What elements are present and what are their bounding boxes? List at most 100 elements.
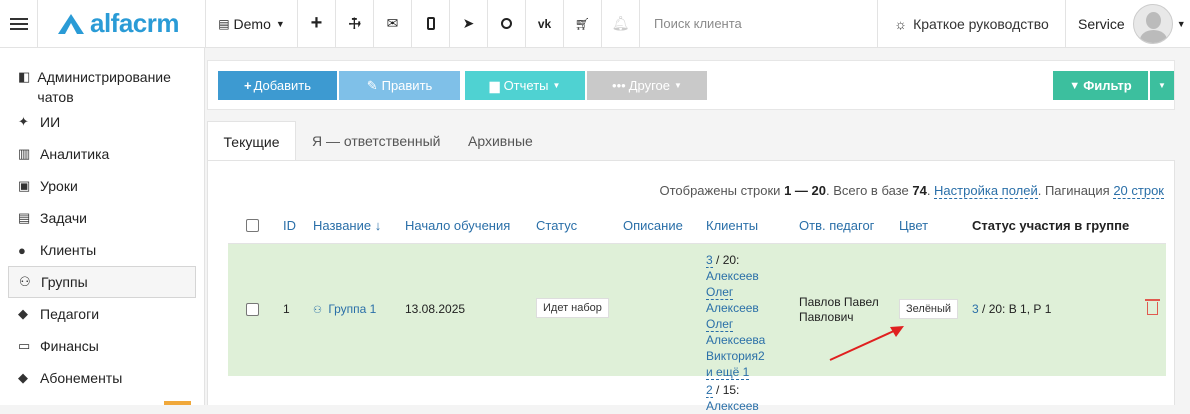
branch-select[interactable]: ▤ Demo ▼ bbox=[206, 0, 298, 47]
client-name[interactable]: Алексеев bbox=[706, 399, 759, 413]
menu-toggle-button[interactable] bbox=[0, 0, 38, 47]
mail-button[interactable]: ✉ bbox=[374, 0, 412, 47]
client-name[interactable]: Виктория2 bbox=[706, 349, 765, 363]
table-row[interactable]: 1 ⚇ Группа 1 13.08.2025 Идет набор 3 / 2… bbox=[228, 244, 1166, 380]
trash-icon[interactable] bbox=[1145, 299, 1160, 315]
caret-down-icon: ▼ bbox=[1176, 18, 1186, 29]
sidebar-item-label: Клиенты bbox=[40, 242, 97, 258]
plus-icon: + bbox=[310, 12, 323, 34]
reports-button[interactable]: ▆ Отчеты ▼ bbox=[465, 71, 585, 100]
sidebar-item-lessons[interactable]: ▣ Уроки bbox=[0, 170, 204, 202]
cart-button[interactable]: 🛒︎ bbox=[564, 0, 602, 47]
clipboard-icon: ▤ bbox=[18, 210, 31, 225]
table-header: ID Название ↓ Начало обучения Статус Опи… bbox=[228, 207, 1166, 244]
sidebar-item-ai[interactable]: ✦ ИИ bbox=[0, 106, 204, 138]
sidebar-item-finance[interactable]: ▭ Финансы bbox=[0, 330, 204, 362]
pagination-select[interactable]: 20 строк bbox=[1113, 183, 1164, 199]
tab-responsible[interactable]: Я — ответственный bbox=[312, 121, 440, 161]
column-color[interactable]: Цвет bbox=[899, 218, 928, 233]
row-id: 1 bbox=[283, 302, 290, 316]
groups-panel: Отображены строки 1 — 20. Всего в базе 7… bbox=[207, 160, 1175, 413]
graduation-cap-icon: ◆ bbox=[18, 306, 28, 321]
rows-total-text: . Всего в базе bbox=[826, 183, 909, 198]
cart-icon: 🛒︎ bbox=[574, 16, 591, 31]
client-name[interactable]: Алексеев bbox=[706, 269, 759, 283]
logo-mark-icon bbox=[58, 13, 84, 34]
lightbulb-icon: ☼ bbox=[894, 15, 908, 32]
filter-button[interactable]: ▼ Фильтр bbox=[1053, 71, 1148, 100]
filter-options-button[interactable]: ▼ bbox=[1150, 71, 1174, 100]
sidebar-item-label: Абонементы bbox=[40, 370, 123, 386]
other-label: Другое bbox=[628, 78, 671, 93]
money-icon: ▭ bbox=[18, 338, 31, 353]
plus-button[interactable]: + bbox=[298, 0, 336, 47]
settings-button[interactable]: ⚒ bbox=[336, 0, 374, 47]
vk-button[interactable]: vk bbox=[526, 0, 564, 47]
mail-icon: ✉ bbox=[386, 15, 399, 31]
clients-list[interactable]: 3 / 20: Алексеев Олег Алексеев Олег Алек… bbox=[706, 252, 786, 380]
wrench-icon: ⚒ bbox=[344, 13, 365, 34]
sidebar-item-groups[interactable]: ⚇ Группы bbox=[8, 266, 196, 298]
client-name[interactable]: Алексеева bbox=[706, 333, 765, 347]
column-id[interactable]: ID bbox=[283, 218, 296, 233]
sidebar-item-label: ИИ bbox=[40, 114, 61, 130]
sidebar-item-chat-admin[interactable]: ◧ Администрирование чатов bbox=[0, 48, 204, 105]
column-status[interactable]: Статус bbox=[536, 218, 577, 233]
participation-status: 3 / 20: В 1, Р 1 bbox=[972, 302, 1051, 316]
column-description[interactable]: Описание bbox=[623, 218, 683, 233]
whatsapp-button[interactable] bbox=[488, 0, 526, 47]
column-clients[interactable]: Клиенты bbox=[706, 218, 758, 233]
sidebar-item-label: Администрирование чатов bbox=[37, 69, 171, 105]
dots-icon: ••• bbox=[612, 78, 626, 93]
table-row[interactable]: 2 / 15: Алексеев bbox=[228, 376, 1166, 413]
column-teacher[interactable]: Отв. педагог bbox=[799, 218, 874, 233]
users-icon: ⚇ bbox=[19, 274, 31, 289]
sidebar-item-subscriptions[interactable]: ◆ Абонементы bbox=[0, 362, 204, 394]
client-name[interactable]: Олег bbox=[706, 285, 734, 300]
other-button[interactable]: ••• Другое ▼ bbox=[587, 71, 707, 100]
calendar-icon: ▣ bbox=[18, 178, 31, 193]
edit-button[interactable]: ✎ Править bbox=[339, 71, 460, 100]
tab-current[interactable]: Текущие bbox=[207, 121, 296, 161]
field-settings-link[interactable]: Настройка полей bbox=[934, 183, 1038, 199]
row-start-date: 13.08.2025 bbox=[405, 302, 466, 316]
sidebar-item-tasks[interactable]: ▤ Задачи bbox=[0, 202, 204, 234]
clients-count[interactable]: 2 bbox=[706, 383, 713, 398]
clients-count[interactable]: 3 bbox=[706, 253, 713, 268]
telegram-button[interactable]: ➤ bbox=[450, 0, 488, 47]
group-name-link[interactable]: ⚇ Группа 1 bbox=[313, 302, 376, 316]
participation-details: / 20: В 1, Р 1 bbox=[978, 302, 1052, 316]
tag-icon: ◆ bbox=[18, 370, 28, 385]
add-button[interactable]: + Добавить bbox=[218, 71, 337, 100]
sidebar-item-label: Финансы bbox=[40, 338, 99, 354]
client-name[interactable]: Алексеев bbox=[706, 301, 759, 315]
guide-link[interactable]: ☼ Краткое руководство bbox=[878, 0, 1066, 47]
pagination-info: Отображены строки 1 — 20. Всего в базе 7… bbox=[659, 183, 1164, 199]
user-icon: ● bbox=[18, 242, 26, 258]
avatar bbox=[1132, 3, 1173, 44]
clients-list[interactable]: 2 / 15: Алексеев bbox=[706, 382, 786, 414]
column-start[interactable]: Начало обучения bbox=[405, 218, 510, 233]
client-name[interactable]: Олег bbox=[706, 317, 734, 332]
status-badge: Идет набор bbox=[536, 298, 609, 318]
column-name[interactable]: Название ↓ bbox=[313, 218, 381, 233]
search-input[interactable]: Поиск клиента bbox=[640, 0, 878, 47]
sidebar-item-analytics[interactable]: ▥ Аналитика bbox=[0, 138, 204, 170]
rows-range: 1 — 20 bbox=[784, 183, 826, 198]
notifications-button[interactable]: 🔔︎ bbox=[602, 0, 640, 47]
participation-count[interactable]: 3 bbox=[972, 302, 979, 316]
select-all-checkbox[interactable] bbox=[246, 219, 259, 232]
caret-down-icon: ▼ bbox=[275, 18, 285, 29]
sidebar-item-teachers[interactable]: ◆ Педагоги bbox=[0, 298, 204, 330]
caret-down-icon: ▼ bbox=[552, 81, 561, 90]
caret-down-icon: ▼ bbox=[1158, 81, 1166, 90]
phone-button[interactable] bbox=[412, 0, 450, 47]
phone-icon bbox=[426, 17, 435, 30]
sidebar-item-clients[interactable]: ● Клиенты bbox=[0, 234, 204, 266]
logo[interactable]: alfacrm bbox=[38, 0, 206, 47]
tab-archived[interactable]: Архивные bbox=[468, 121, 533, 161]
top-bar: alfacrm ▤ Demo ▼ + ⚒ ✉ ➤ vk 🛒︎ 🔔︎ Поиск … bbox=[0, 0, 1190, 48]
user-menu[interactable]: Service ▼ bbox=[1066, 0, 1190, 47]
row-checkbox[interactable] bbox=[246, 303, 259, 316]
edit-label: Править bbox=[381, 78, 433, 93]
